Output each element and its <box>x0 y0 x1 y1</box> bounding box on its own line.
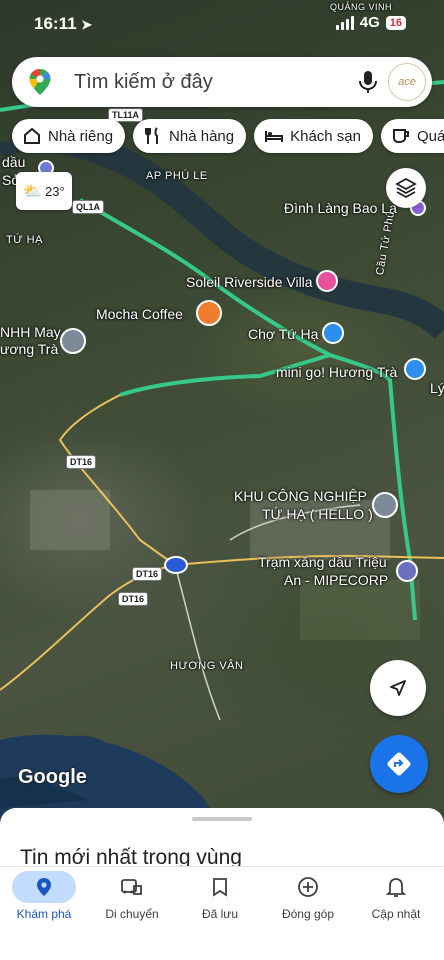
gas-station-icon[interactable] <box>396 560 418 582</box>
chip-restaurants[interactable]: Nhà hàng <box>133 119 247 153</box>
tab-contribute[interactable]: Đóng góp <box>264 871 352 921</box>
battery-icon: 16 <box>385 15 406 30</box>
label-ap-phu-le: AP PHÚ LE <box>146 170 208 182</box>
bottom-navigation: Khám phá Di chuyển Đã lưu Đóng góp Cập n… <box>0 866 444 960</box>
explore-pin-icon <box>12 871 76 903</box>
directions-button[interactable] <box>370 735 428 793</box>
bookmark-icon <box>188 871 252 903</box>
road-tag-dt16: DT16 <box>118 592 149 606</box>
network-type: 4G <box>359 14 380 31</box>
status-bar: 16:11 ➤ 4G 16 <box>0 0 444 48</box>
label-huong-van: HƯƠNG VÂN <box>170 660 244 672</box>
label-cho-tu-ha[interactable]: Chợ Tứ Hạ <box>248 326 318 342</box>
label-tram-xang-2[interactable]: An - MIPECORP <box>284 572 388 588</box>
road-tag-dt16: DT16 <box>66 455 97 469</box>
tab-updates[interactable]: Cập nhật <box>352 871 440 921</box>
cafe-icon <box>393 129 409 144</box>
shopping-cart-icon[interactable] <box>404 358 426 380</box>
partly-cloudy-icon: ⛅ <box>23 183 42 200</box>
weather-badge[interactable]: ⛅ 23° <box>16 172 72 210</box>
label-khu-cong-nghiep-2[interactable]: TỨ HẠ ( HELLO ) <box>262 506 373 522</box>
label-mini-go[interactable]: mini go! Hương Trà <box>276 364 397 380</box>
directions-icon <box>387 752 411 776</box>
bottom-sheet[interactable]: Tin mới nhất trong vùng <box>0 808 444 868</box>
search-placeholder[interactable]: Tìm kiếm ở đây <box>74 71 213 94</box>
road-tag-ql1a: QL1A <box>72 200 105 214</box>
restaurant-icon <box>145 127 159 144</box>
google-logo: Google <box>18 766 87 788</box>
navigation-arrow-icon <box>390 680 406 696</box>
my-location-button[interactable] <box>370 660 426 716</box>
label-mocha-coffee[interactable]: Mocha Coffee <box>96 306 183 322</box>
hotel-pin-icon[interactable] <box>316 270 338 292</box>
chip-cafe[interactable]: Quán <box>381 119 444 153</box>
home-icon <box>24 127 40 144</box>
chip-home[interactable]: Nhà riêng <box>12 119 126 153</box>
place-pin-icon[interactable] <box>372 492 398 518</box>
label-tram-xang[interactable]: Trạm xăng dầu Triệu <box>258 554 387 570</box>
cafe-pin-icon[interactable] <box>196 300 222 326</box>
road-tag-dt16: DT16 <box>132 567 163 581</box>
sheet-title: Tin mới nhất trong vùng <box>20 846 242 868</box>
signal-bars-icon <box>335 15 354 30</box>
layers-button[interactable] <box>386 168 426 208</box>
label-tu-ha: TỨ HẠ <box>6 234 43 246</box>
search-bar[interactable]: Tìm kiếm ở đây ace <box>12 57 432 107</box>
layers-icon <box>395 177 417 199</box>
place-pin-icon[interactable] <box>60 328 86 354</box>
category-chips: Nhà riêng Nhà hàng Khách sạn Quán <box>12 119 444 153</box>
hotel-icon <box>265 131 284 142</box>
tab-saved[interactable]: Đã lưu <box>176 871 264 921</box>
label-khu-cong-nghiep[interactable]: KHU CÔNG NGHIỆP <box>234 488 367 504</box>
status-time: 16:11 ➤ <box>34 14 93 33</box>
label-dinh-lang-bao-la[interactable]: Đình Làng Bao La <box>284 200 397 216</box>
account-avatar[interactable]: ace <box>388 63 426 101</box>
label-tnhh-may-2[interactable]: ương Trà <box>0 341 58 357</box>
label-dau: dầu <box>2 154 26 170</box>
maps-pin-icon <box>29 69 51 95</box>
label-soleil[interactable]: Soleil Riverside Villa <box>186 274 313 290</box>
mic-icon[interactable] <box>358 70 378 94</box>
label-tnhh-may[interactable]: NHH May <box>0 324 61 340</box>
sheet-drag-handle[interactable] <box>192 817 252 821</box>
bell-icon <box>364 871 428 903</box>
label-ly: Lý <box>430 380 444 396</box>
tab-commute[interactable]: Di chuyển <box>88 871 176 921</box>
current-location-dot <box>164 556 188 574</box>
add-circle-icon <box>276 871 340 903</box>
chip-hotels[interactable]: Khách sạn <box>254 119 373 153</box>
tab-explore[interactable]: Khám phá <box>0 871 88 921</box>
shopping-cart-icon[interactable] <box>322 322 344 344</box>
commute-icon <box>100 871 164 903</box>
